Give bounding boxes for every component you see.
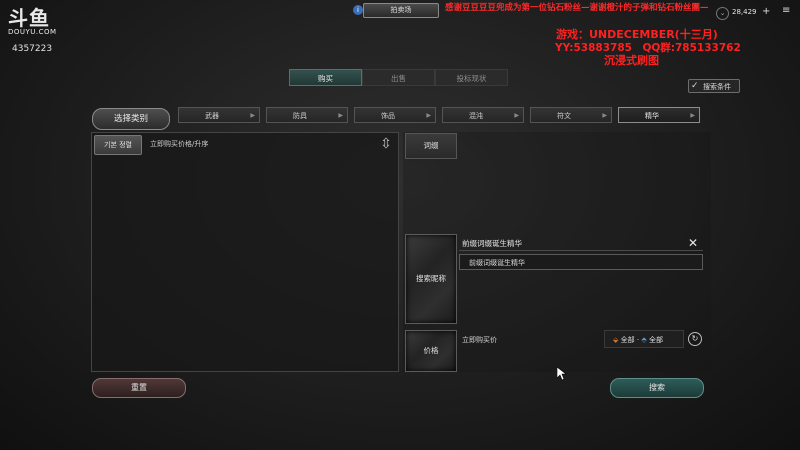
close-icon[interactable]: ✕ <box>688 236 698 250</box>
tab-bid-status[interactable]: 投标现状 <box>435 69 508 86</box>
category-label: 饰品 <box>381 112 395 120</box>
category-armor[interactable]: 防具 ▶ <box>266 107 348 123</box>
category-label: 符文 <box>557 112 571 120</box>
menu-icon[interactable]: ≡ <box>782 5 790 16</box>
search-button[interactable]: 搜索 <box>610 378 704 398</box>
arrow-right-icon: ▶ <box>602 112 607 119</box>
grade-up-label: 全部 <box>620 336 635 344</box>
category-essence[interactable]: 精华 ▶ <box>618 107 700 123</box>
tab-buy[interactable]: 购买 <box>289 69 362 86</box>
category-label: 武器 <box>205 112 219 120</box>
arrow-right-icon: ▶ <box>514 112 519 119</box>
douyu-logo-mark: 斗鱼 <box>8 6 50 30</box>
chevron-down-icon[interactable]: ⌄ <box>716 7 729 20</box>
grade-filter[interactable]: ⬙ 全部 · ⬘ 全部 <box>604 330 684 348</box>
arrow-right-icon: ▶ <box>690 112 695 119</box>
tab-sell[interactable]: 出售 <box>362 69 435 86</box>
category-accessory[interactable]: 饰品 ▶ <box>354 107 436 123</box>
filter-header: 前缀词缀诞生精华 <box>462 239 522 248</box>
sort-order-icon[interactable]: ⇳ <box>378 136 394 152</box>
search-conditions-label: 搜索条件 <box>703 83 731 91</box>
basic-sort-button[interactable]: 기본 정렬 <box>94 135 142 155</box>
grade-down-label: 全部 <box>648 336 663 344</box>
category-rune[interactable]: 符文 ▶ <box>530 107 612 123</box>
reset-button[interactable]: 重置 <box>92 378 186 398</box>
overlay-slogan: 沉浸式刷图 <box>604 54 659 67</box>
douyu-logo: 斗鱼 DOUYU.COM <box>8 8 60 36</box>
arrow-right-icon: ▶ <box>250 112 255 119</box>
arrow-right-icon: ▶ <box>338 112 343 119</box>
category-label: 防具 <box>293 112 307 120</box>
category-label: 混沌 <box>469 112 483 120</box>
sort-label: 立即购买价格/升序 <box>150 140 209 148</box>
search-conditions-button[interactable]: ✓ 搜索条件 <box>688 79 740 93</box>
affix-tab[interactable]: 词缀 <box>405 133 457 159</box>
gold-amount: 28,429 <box>732 8 757 16</box>
select-category-button[interactable]: 选择类别 <box>92 108 170 130</box>
add-currency-icon[interactable]: + <box>762 6 770 17</box>
room-number: 4357223 <box>12 44 53 54</box>
arrow-right-icon: ▶ <box>426 112 431 119</box>
category-weapon[interactable]: 武器 ▶ <box>178 107 260 123</box>
buyout-price-label: 立即购买价 <box>462 336 497 344</box>
separator-dot: · <box>636 336 640 344</box>
results-panel <box>91 132 399 372</box>
checkmark-icon: ✓ <box>691 81 699 91</box>
mouse-cursor-icon <box>557 367 567 381</box>
douyu-site-text: DOUYU.COM <box>8 28 57 36</box>
search-name-tile[interactable]: 搜索昵称 <box>405 234 457 324</box>
divider <box>459 250 703 251</box>
grade-up-icon: ⬙ <box>613 336 619 344</box>
grade-down-icon: ⬘ <box>641 336 647 344</box>
refresh-icon[interactable]: ↻ <box>688 332 702 346</box>
price-tile[interactable]: 价格 <box>405 330 457 372</box>
overlay-marquee: 感谢豆豆豆豆兜成为第一位钻石粉丝—谢谢橙汁的子弹和钻石粉丝團— <box>445 3 709 13</box>
auction-house-title: 拍卖场 <box>363 3 439 18</box>
name-search-input[interactable]: 前缀词缀诞生精华 <box>459 254 703 270</box>
auction-tabs: 购买 出售 投标现状 <box>289 69 508 86</box>
category-chaos[interactable]: 混沌 ▶ <box>442 107 524 123</box>
category-label: 精华 <box>645 112 659 120</box>
info-icon[interactable]: i <box>353 5 363 15</box>
